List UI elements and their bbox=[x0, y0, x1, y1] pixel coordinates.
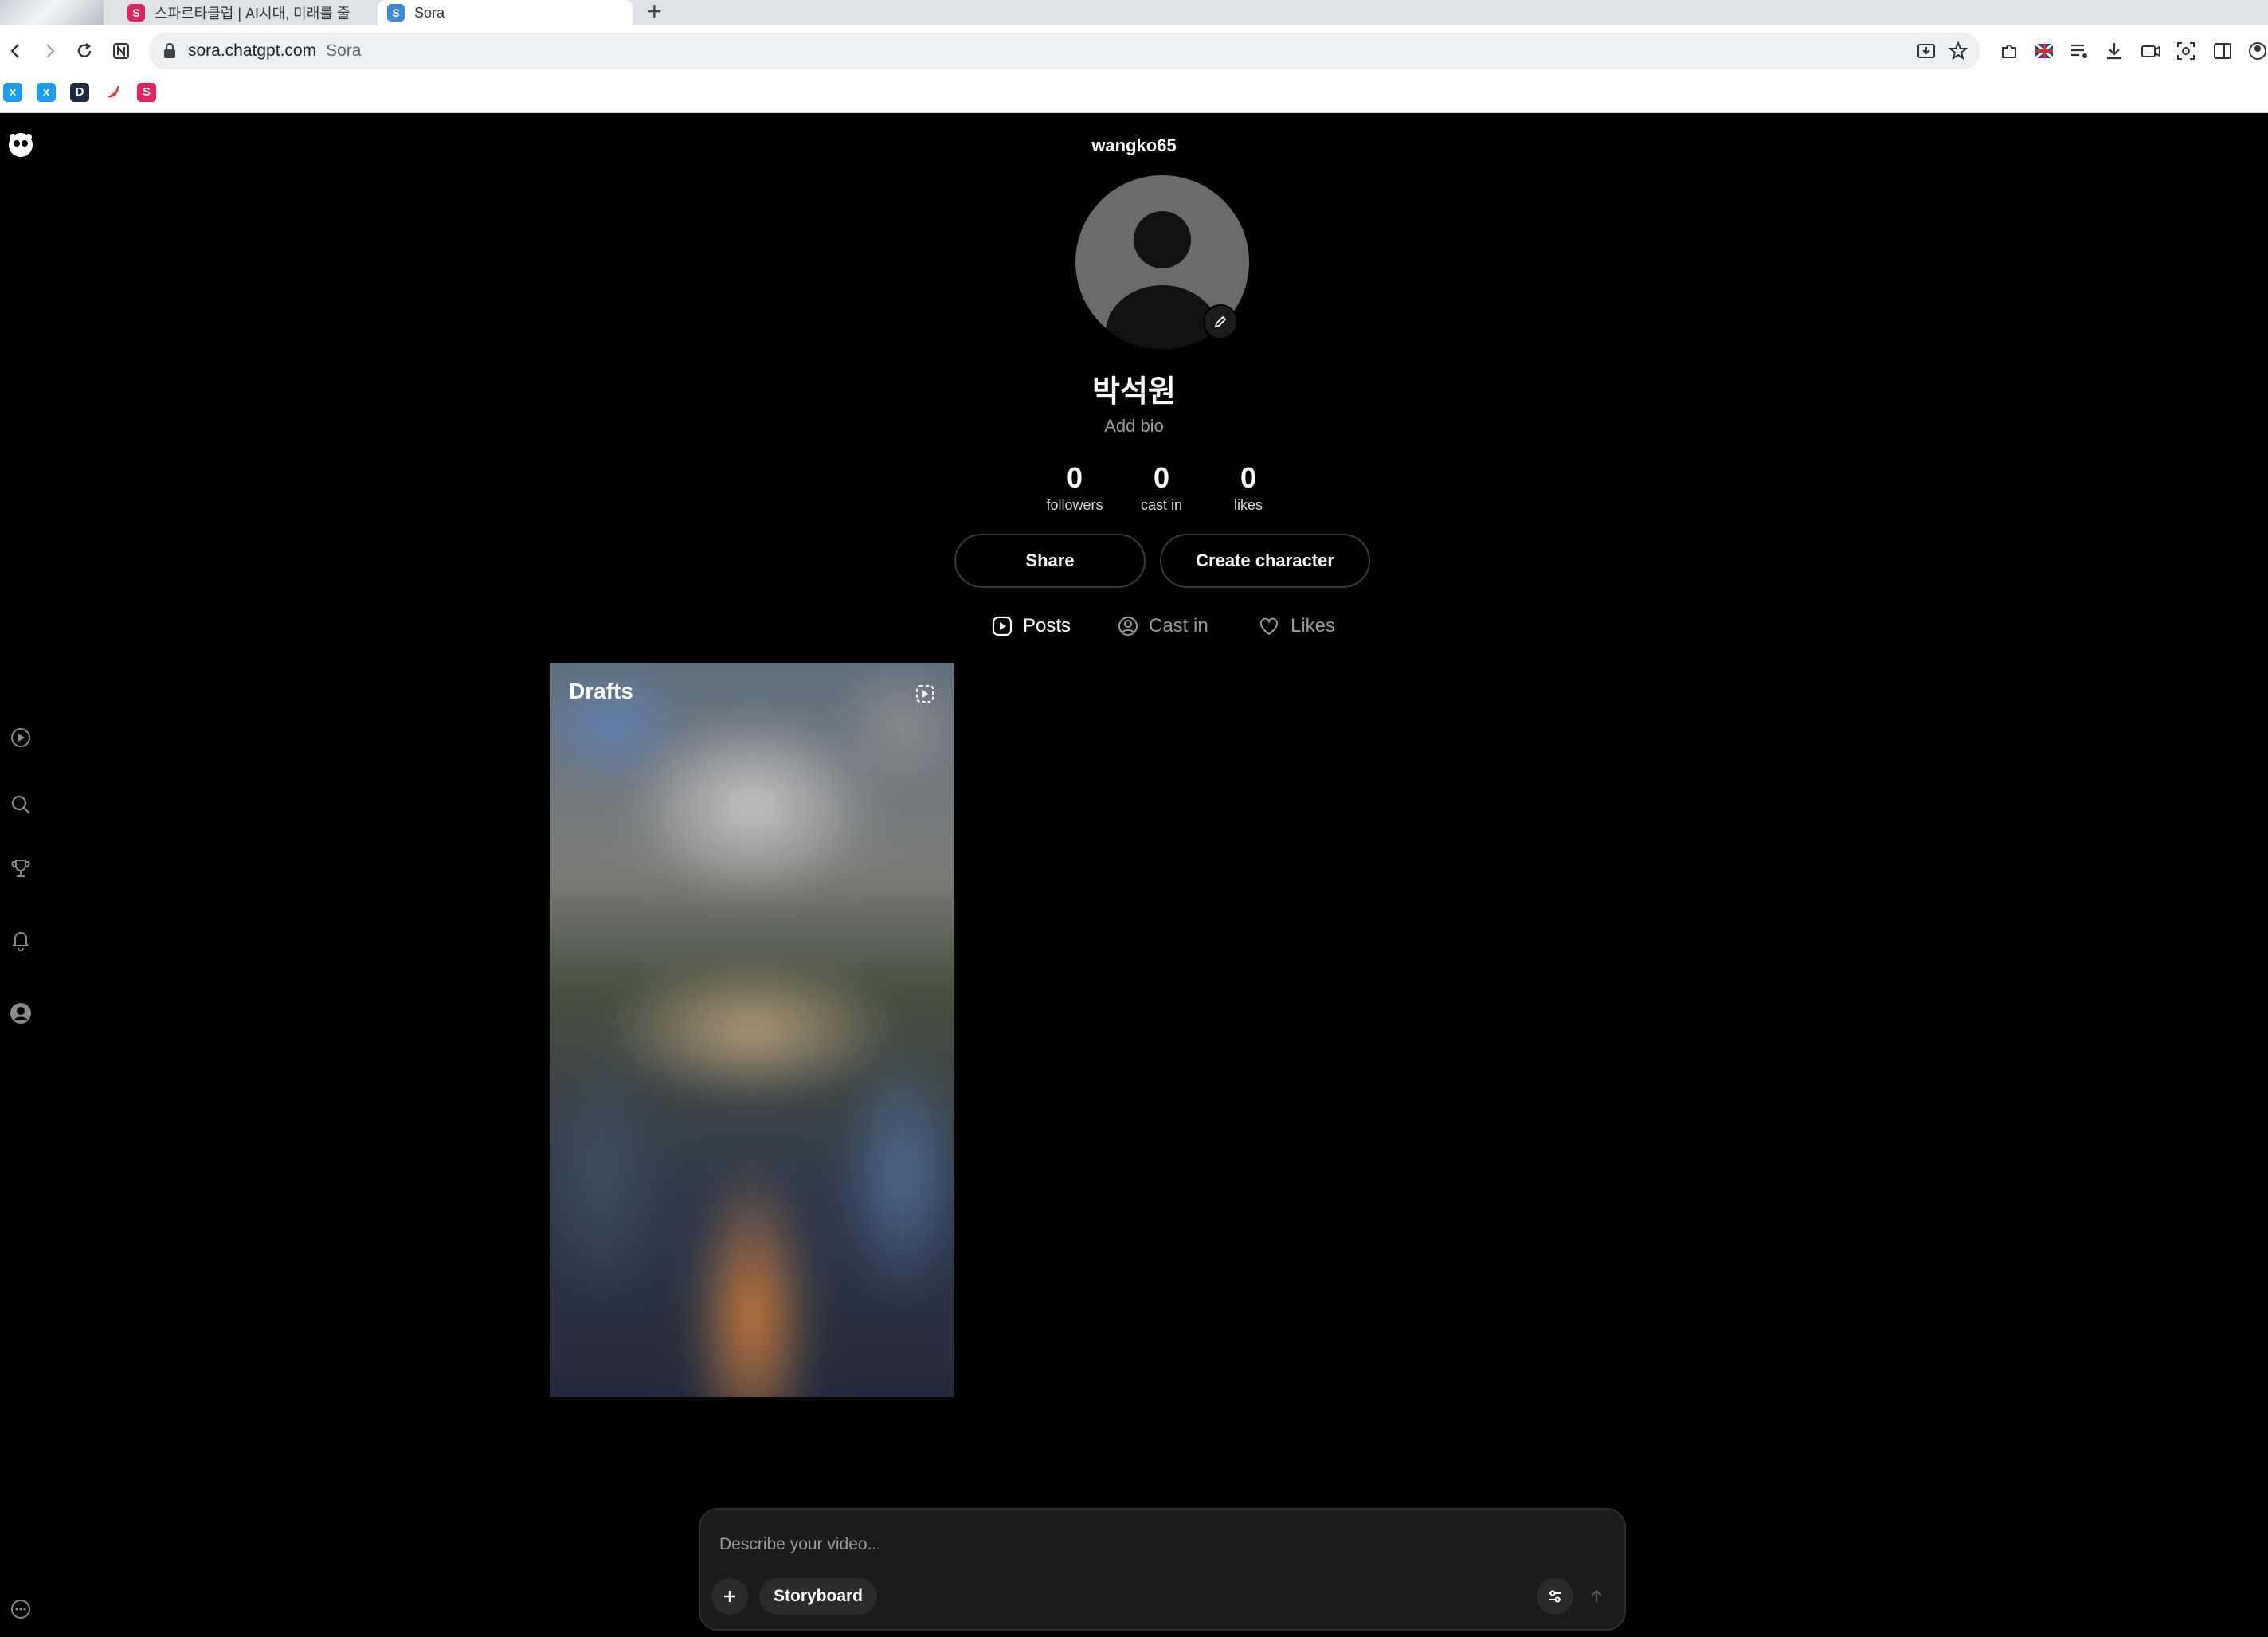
profile-account-icon[interactable] bbox=[2246, 40, 2268, 62]
profile-username: wangko65 bbox=[1091, 135, 1177, 155]
bell-icon bbox=[11, 932, 30, 951]
sora-app: wangko65 박석원 Add bio 0 followers 0 cast … bbox=[0, 113, 2268, 1637]
drafts-stack-icon bbox=[915, 683, 935, 708]
draft-thumbnail bbox=[550, 663, 954, 1397]
add-media-button[interactable] bbox=[711, 1578, 748, 1615]
pepper-icon bbox=[108, 85, 119, 98]
browser-tabstrip: S 스파르타클럽 | AI시대, 미래를 줄 S Sora + bbox=[0, 0, 2268, 25]
pencil-icon bbox=[1214, 315, 1227, 328]
install-app-icon[interactable] bbox=[1915, 40, 1937, 62]
play-square-icon bbox=[991, 615, 1013, 637]
url-host: sora.chatgpt.com bbox=[188, 41, 317, 60]
sidebar-profile[interactable] bbox=[6, 999, 35, 1028]
stat-followers[interactable]: 0 followers bbox=[1027, 462, 1122, 514]
naver-button[interactable] bbox=[107, 37, 135, 65]
tab-wallpaper bbox=[0, 0, 104, 25]
sidebar-search[interactable] bbox=[6, 790, 35, 819]
person-circle-icon bbox=[1117, 615, 1139, 637]
forward-arrow-icon bbox=[46, 44, 55, 58]
avatar-body-shape bbox=[1106, 285, 1219, 349]
address-bar[interactable]: sora.chatgpt.com Sora bbox=[148, 33, 1980, 69]
storyboard-button[interactable]: Storyboard bbox=[759, 1578, 878, 1615]
sidebar-feed[interactable] bbox=[6, 723, 35, 752]
stat-label: cast in bbox=[1140, 497, 1183, 513]
naver-n-icon bbox=[113, 43, 129, 59]
tab-cast-in[interactable]: Cast in bbox=[1117, 610, 1208, 642]
stat-cast-in[interactable]: 0 cast in bbox=[1114, 462, 1209, 514]
tab-posts[interactable]: Posts bbox=[991, 610, 1071, 642]
sidebar-trophy[interactable] bbox=[6, 854, 35, 883]
sidebar-notifications[interactable] bbox=[6, 926, 35, 954]
add-bio-link[interactable]: Add bio bbox=[0, 416, 2268, 437]
uk-flag-extension-icon[interactable] bbox=[2033, 40, 2055, 62]
lock-icon bbox=[164, 42, 175, 58]
bookmark-d[interactable]: D bbox=[70, 83, 89, 102]
bookmark-sparta[interactable]: S bbox=[137, 83, 156, 102]
reload-button[interactable] bbox=[70, 37, 99, 65]
sidebar-more[interactable] bbox=[6, 1595, 35, 1623]
arrow-up-icon bbox=[1591, 1589, 1602, 1602]
stat-label: followers bbox=[1046, 497, 1103, 513]
bookmarks-bar: x x D S bbox=[0, 76, 2268, 113]
tab-label: Cast in bbox=[1149, 615, 1208, 636]
send-button[interactable] bbox=[1578, 1578, 1615, 1615]
download-icon[interactable] bbox=[2103, 40, 2125, 62]
trophy-icon bbox=[11, 860, 30, 877]
bookmark-x-1[interactable]: x bbox=[3, 83, 22, 102]
reading-list-icon[interactable] bbox=[2068, 40, 2090, 62]
site-name: Sora bbox=[326, 41, 362, 60]
bookmark-pepper[interactable] bbox=[104, 83, 123, 102]
tab-label: Posts bbox=[1023, 615, 1071, 636]
edit-avatar-button[interactable] bbox=[1203, 304, 1238, 339]
heart-icon bbox=[1257, 615, 1281, 637]
feed-icon bbox=[11, 728, 30, 747]
tab-sparta[interactable]: S 스파르타클럽 | AI시대, 미래를 줄 bbox=[127, 0, 366, 25]
tab-label: Likes bbox=[1291, 615, 1336, 636]
stat-value: 0 bbox=[1240, 461, 1257, 494]
settings-button[interactable] bbox=[1537, 1578, 1573, 1615]
share-button[interactable]: Share bbox=[954, 534, 1146, 588]
forward-button[interactable] bbox=[35, 37, 64, 65]
drafts-card[interactable]: Drafts bbox=[550, 663, 954, 1397]
sliders-icon bbox=[1549, 1590, 1561, 1603]
back-arrow-icon bbox=[10, 44, 19, 58]
extensions-puzzle-icon[interactable] bbox=[1998, 40, 2020, 62]
screenshot-icon[interactable] bbox=[2175, 40, 2197, 62]
url-text[interactable]: sora.chatgpt.com Sora bbox=[188, 41, 361, 61]
drafts-title: Drafts bbox=[569, 679, 633, 703]
bookmark-star-icon[interactable] bbox=[1947, 40, 1969, 62]
profile-icon bbox=[10, 1003, 31, 1024]
bookmark-x-2[interactable]: x bbox=[37, 83, 56, 102]
prompt-composer: Describe your video... Storyboard bbox=[699, 1508, 1626, 1631]
back-button[interactable] bbox=[2, 37, 30, 65]
prompt-input[interactable]: Describe your video... bbox=[719, 1535, 881, 1554]
stat-value: 0 bbox=[1153, 461, 1170, 494]
tab-title: 스파르타클럽 | AI시대, 미래를 줄 bbox=[155, 6, 351, 22]
plus-icon bbox=[724, 1591, 735, 1602]
video-record-icon[interactable] bbox=[2140, 40, 2162, 62]
stat-value: 0 bbox=[1066, 461, 1083, 494]
sparta-favicon-icon: S bbox=[127, 4, 145, 22]
search-icon bbox=[11, 795, 30, 814]
new-tab-button[interactable]: + bbox=[647, 0, 662, 25]
more-icon bbox=[11, 1600, 30, 1619]
stat-likes[interactable]: 0 likes bbox=[1201, 462, 1296, 514]
create-character-button[interactable]: Create character bbox=[1160, 534, 1370, 588]
profile-display-name: 박석원 bbox=[1092, 374, 1176, 409]
tab-title: Sora bbox=[414, 4, 445, 21]
reload-icon bbox=[77, 43, 92, 57]
tab-sora[interactable]: S Sora bbox=[378, 0, 633, 25]
tab-likes[interactable]: Likes bbox=[1257, 610, 1335, 642]
side-panel-icon[interactable] bbox=[2211, 40, 2234, 62]
avatar-head-shape bbox=[1134, 211, 1191, 268]
sora-favicon-icon: S bbox=[387, 4, 405, 22]
stat-label: likes bbox=[1233, 497, 1263, 513]
